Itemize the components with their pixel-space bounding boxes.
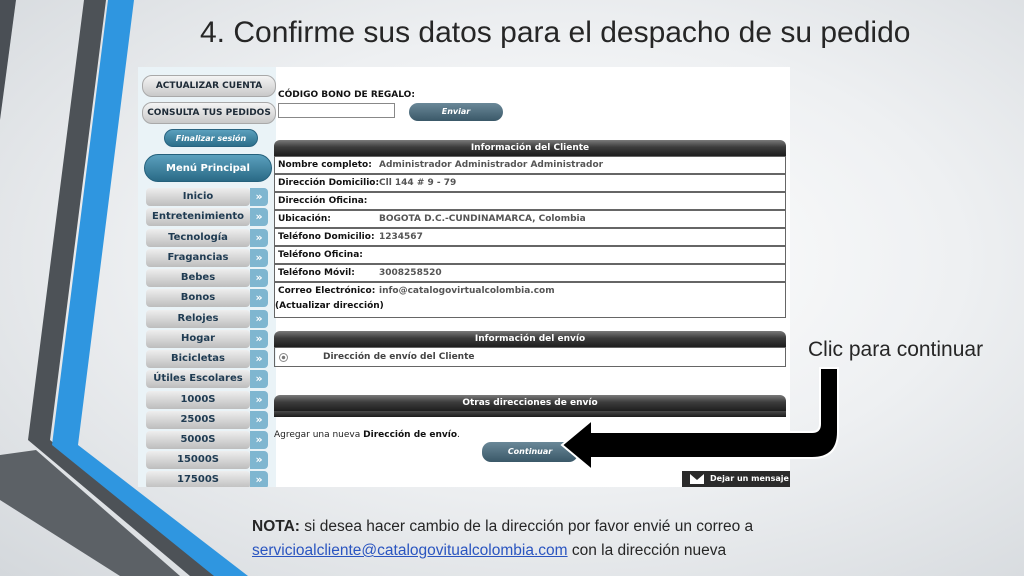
support-email-link[interactable]: servicioalcliente@catalogovitualcolombia… xyxy=(252,542,568,559)
callout-text: Clic para continuar xyxy=(808,338,984,361)
arrow-pointer xyxy=(560,367,839,473)
note-text-2: con la dirección nueva xyxy=(567,542,727,559)
note-text-1: si desea hacer cambio de la dirección po… xyxy=(299,518,754,535)
note-paragraph: NOTA: si desea hacer cambio de la direcc… xyxy=(252,515,872,563)
note-bold-label: NOTA: xyxy=(252,518,300,535)
